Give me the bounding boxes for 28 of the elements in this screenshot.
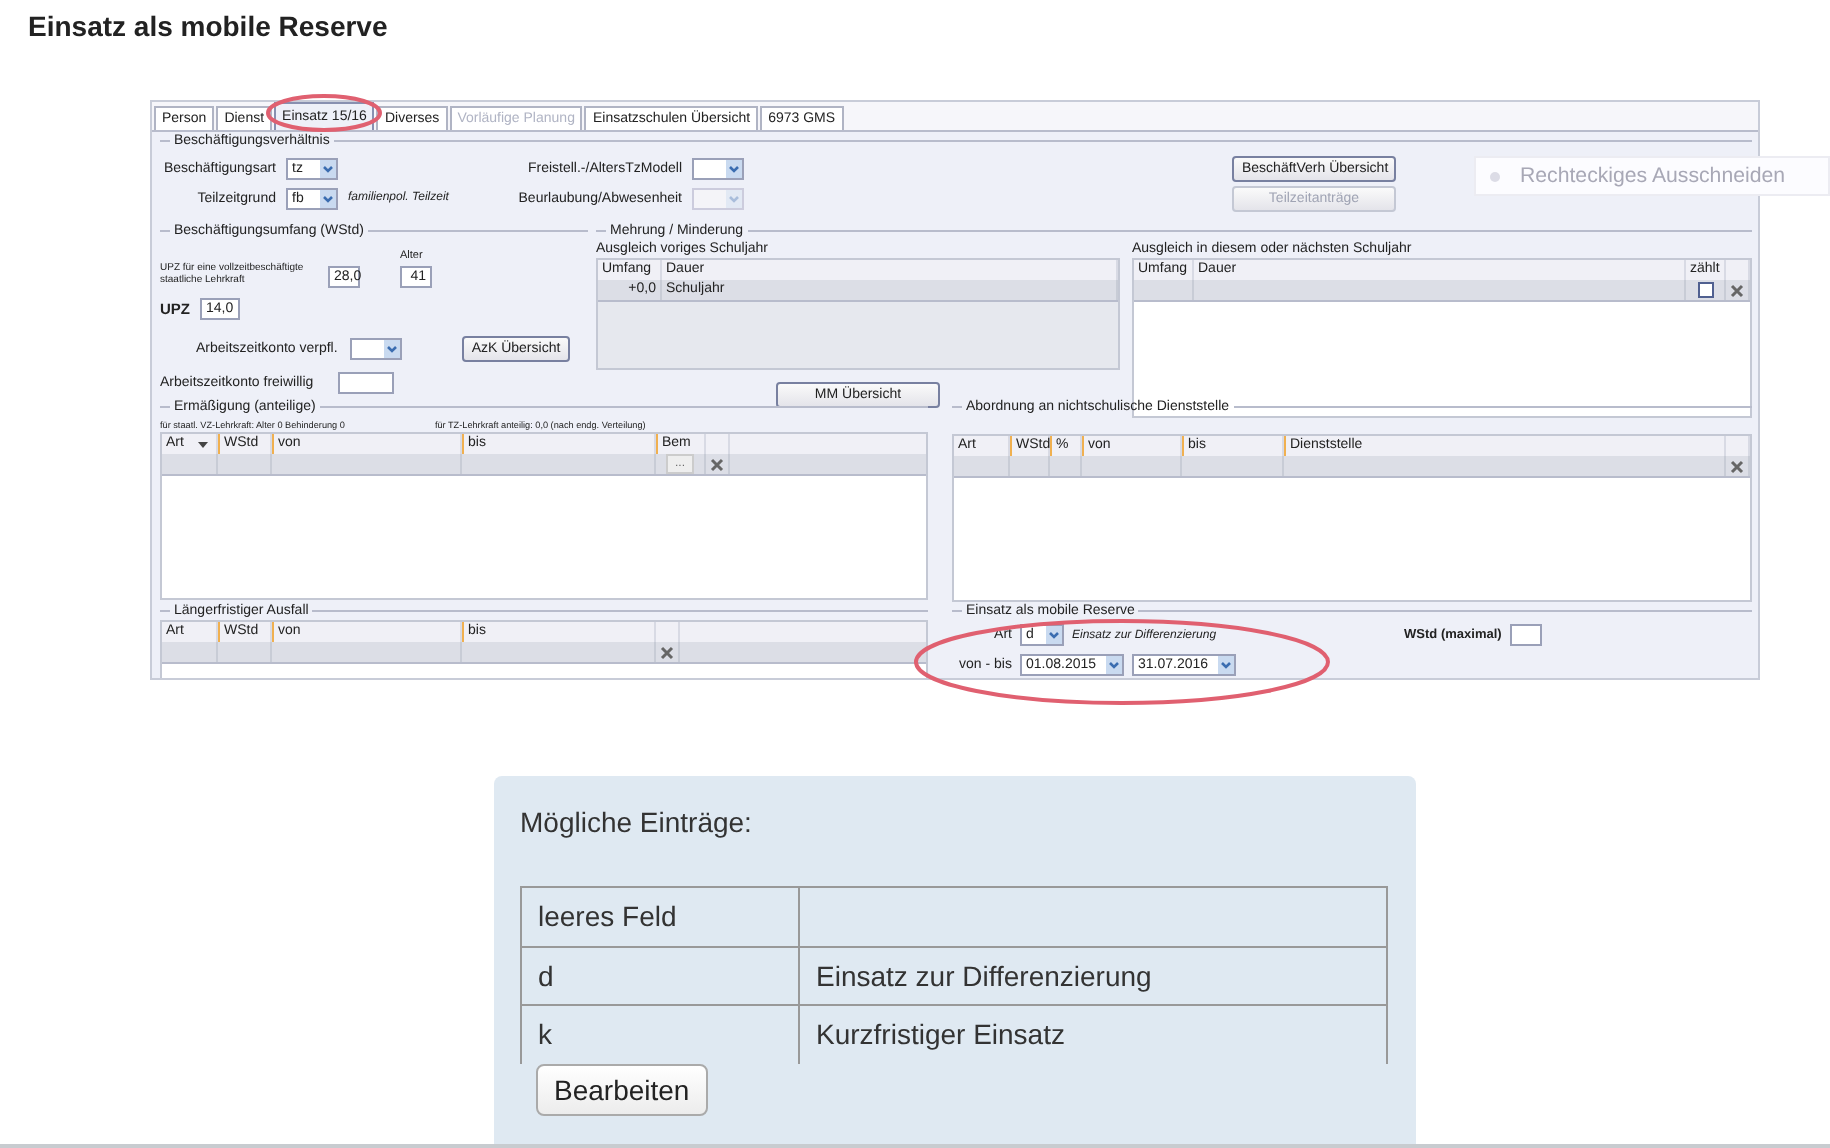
chevron-down-icon xyxy=(1106,656,1122,674)
delete-icon xyxy=(710,457,724,471)
chevron-down-icon xyxy=(726,189,742,207)
table-cell: Einsatz zur Differenzierung xyxy=(798,945,1388,1005)
table-cell: leeres Feld xyxy=(520,886,798,946)
delete-icon xyxy=(1730,283,1744,297)
checkbox[interactable] xyxy=(1697,282,1713,298)
chevron-down-icon xyxy=(1046,626,1062,644)
dropdown[interactable] xyxy=(692,157,744,179)
table-cell: d xyxy=(520,945,798,1005)
chevron-down-icon xyxy=(320,189,336,207)
dot-icon xyxy=(1490,171,1500,181)
input-field[interactable] xyxy=(1509,624,1542,646)
panel-title: Mögliche Einträge: xyxy=(520,806,754,838)
edit-button[interactable]: Bearbeiten xyxy=(536,1063,708,1115)
input-field[interactable] xyxy=(338,371,394,393)
chevron-down-icon xyxy=(320,159,336,177)
snip-label: Rechteckiges Ausschneiden xyxy=(1520,164,1786,188)
chevron-down-icon xyxy=(383,339,400,357)
dropdown[interactable] xyxy=(349,337,402,359)
delete-icon xyxy=(1730,459,1744,473)
sort-arrow-icon xyxy=(198,441,208,447)
chevron-down-icon xyxy=(726,159,742,177)
delete-icon xyxy=(660,645,674,659)
table-cell: Kurzfristiger Einsatz xyxy=(798,1004,1388,1064)
highlight-ellipse xyxy=(266,94,382,132)
page-heading: Einsatz als mobile Reserve xyxy=(26,8,390,44)
chevron-down-icon xyxy=(1218,656,1234,674)
